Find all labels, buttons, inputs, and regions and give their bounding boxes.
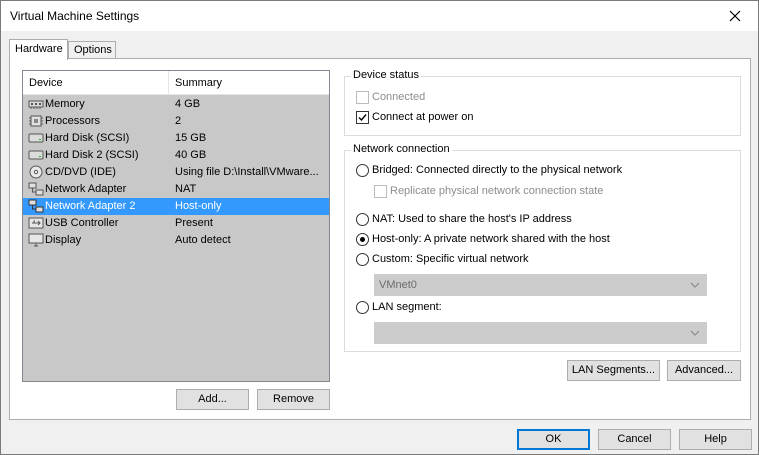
bridged-radio[interactable] [356, 164, 369, 177]
device-name: Hard Disk (SCSI) [45, 132, 130, 144]
vmnet-select-value: VMnet0 [379, 279, 417, 291]
hard-disk-icon [28, 150, 44, 160]
lan-segment-label: LAN segment: [372, 301, 442, 313]
ok-button-label: OK [545, 433, 562, 445]
device-name: Display [45, 234, 82, 246]
network-adapter-icon [28, 199, 44, 213]
replicate-state-label: Replicate physical network connection st… [390, 185, 604, 197]
bridged-label: Bridged: Connected directly to the physi… [372, 164, 623, 176]
hard-disk-icon [28, 133, 44, 143]
device-row-processors[interactable]: Processors 2 [23, 113, 329, 130]
device-row-display[interactable]: Display Auto detect [23, 232, 329, 249]
device-name: Hard Disk 2 (SCSI) [45, 149, 139, 161]
window-title: Virtual Machine Settings [10, 9, 140, 23]
device-name: Processors [45, 115, 101, 127]
device-summary: 4 GB [175, 98, 201, 110]
nat-radio[interactable] [356, 213, 369, 226]
device-list-header: Device Summary [23, 71, 329, 95]
device-summary: Host-only [175, 200, 222, 212]
display-icon [28, 233, 44, 247]
lan-segments-button[interactable]: LAN Segments... [567, 360, 660, 381]
device-summary: Using file D:\Install\VMware... [175, 166, 319, 178]
device-status-title: Device status [351, 69, 422, 81]
connected-label: Connected [372, 91, 426, 103]
column-header-summary[interactable]: Summary [169, 71, 329, 95]
device-name: Memory [45, 98, 85, 110]
network-adapter-icon [28, 182, 44, 196]
chevron-down-icon [690, 330, 700, 336]
device-row-usb-controller[interactable]: USB Controller Present [23, 215, 329, 232]
replicate-state-checkbox[interactable] [374, 185, 387, 198]
cancel-button-label: Cancel [617, 433, 652, 445]
device-name: USB Controller [45, 217, 119, 229]
advanced-button[interactable]: Advanced... [667, 360, 741, 381]
device-row-network-adapter[interactable]: Network Adapter NAT [23, 181, 329, 198]
network-connection-group: Network connection Bridged: Connected di… [344, 143, 741, 352]
host-only-radio[interactable] [356, 233, 369, 246]
connected-checkbox[interactable] [356, 91, 369, 104]
virtual-machine-settings-window: Virtual Machine Settings Hardware Option… [0, 0, 759, 455]
custom-label: Custom: Specific virtual network [372, 253, 529, 265]
help-button[interactable]: Help [679, 429, 752, 450]
device-summary: Auto detect [175, 234, 231, 246]
usb-icon [28, 217, 44, 229]
device-row-hard-disk[interactable]: Hard Disk (SCSI) 15 GB [23, 130, 329, 147]
close-icon [729, 10, 741, 22]
nat-label: NAT: Used to share the host's IP address [372, 213, 572, 225]
device-summary: Present [175, 217, 213, 229]
remove-button-label: Remove [273, 393, 314, 405]
device-summary: 40 GB [175, 149, 207, 161]
chevron-down-icon [690, 282, 700, 288]
device-status-group: Device status Connected Connect at power… [344, 69, 741, 136]
title-bar: Virtual Machine Settings [1, 1, 758, 31]
remove-button[interactable]: Remove [257, 389, 330, 410]
add-button[interactable]: Add... [176, 389, 249, 410]
processor-icon [29, 115, 43, 127]
cd-dvd-icon [29, 165, 43, 179]
device-name: Network Adapter [45, 183, 127, 195]
connect-at-power-on-checkbox[interactable] [356, 111, 369, 124]
custom-radio[interactable] [356, 253, 369, 266]
cancel-button[interactable]: Cancel [598, 429, 671, 450]
tab-hardware[interactable]: Hardware [9, 39, 68, 60]
network-connection-title: Network connection [351, 143, 452, 155]
device-summary: 15 GB [175, 132, 207, 144]
radio-selected-dot [360, 237, 365, 242]
connect-at-power-on-label: Connect at power on [372, 111, 474, 123]
device-summary: 2 [175, 115, 182, 127]
vmnet-select[interactable]: VMnet0 [374, 274, 707, 296]
lan-segment-select[interactable] [374, 322, 707, 344]
device-row-memory[interactable]: Memory 4 GB [23, 96, 329, 113]
lan-segment-radio[interactable] [356, 301, 369, 314]
device-list[interactable]: Device Summary Memory 4 GB Processors 2 … [22, 70, 330, 382]
help-button-label: Help [704, 433, 727, 445]
device-rows: Memory 4 GB Processors 2 Hard Disk (SCSI… [23, 96, 329, 249]
device-row-hard-disk-2[interactable]: Hard Disk 2 (SCSI) 40 GB [23, 147, 329, 164]
advanced-button-label: Advanced... [674, 364, 734, 376]
device-row-network-adapter-2[interactable]: Network Adapter 2 Host-only [23, 198, 329, 215]
checkmark-icon [358, 114, 367, 122]
memory-icon [28, 100, 44, 109]
add-button-label: Add... [198, 393, 227, 405]
column-header-device[interactable]: Device [23, 71, 169, 95]
ok-button[interactable]: OK [517, 429, 590, 450]
close-button[interactable] [712, 1, 758, 31]
lan-segments-button-label: LAN Segments... [571, 364, 656, 376]
device-summary: NAT [175, 183, 197, 195]
host-only-label: Host-only: A private network shared with… [372, 233, 610, 245]
device-name: Network Adapter 2 [45, 200, 136, 212]
tab-options[interactable]: Options [68, 41, 116, 59]
device-name: CD/DVD (IDE) [45, 166, 116, 178]
hardware-panel: Device Summary Memory 4 GB Processors 2 … [9, 58, 751, 420]
device-row-cd-dvd[interactable]: CD/DVD (IDE) Using file D:\Install\VMwar… [23, 164, 329, 181]
